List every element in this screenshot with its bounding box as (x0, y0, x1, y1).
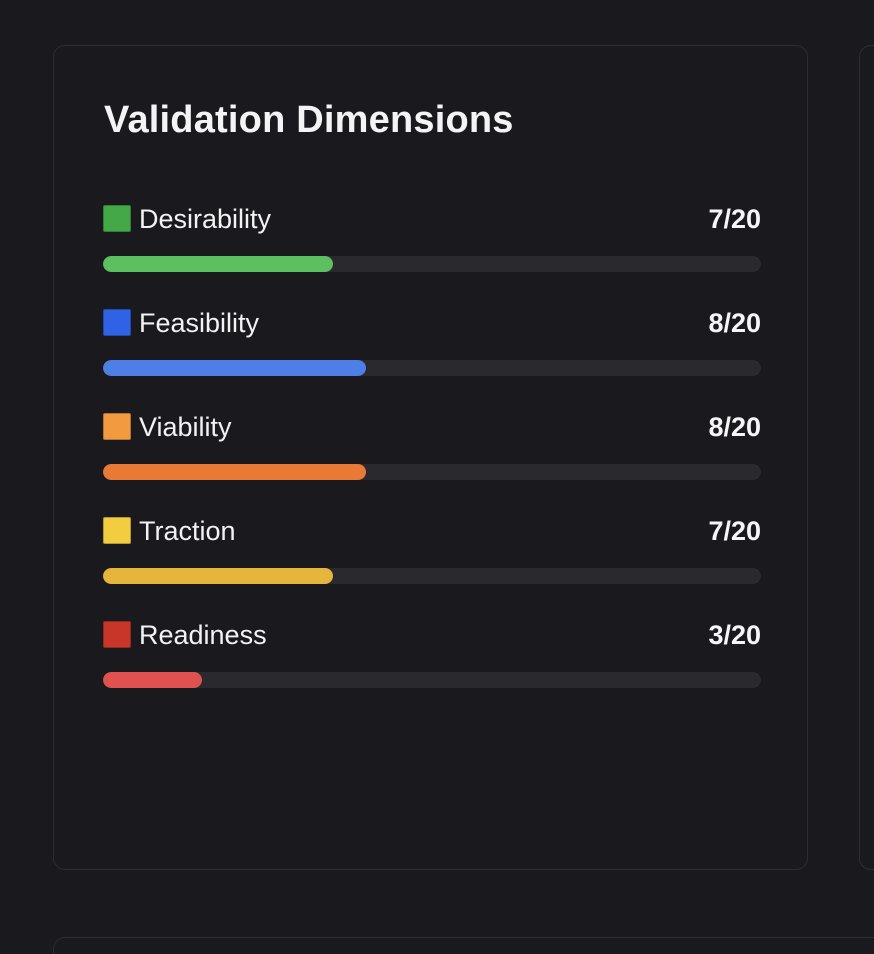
red-square-icon (103, 621, 131, 648)
progress-fill (103, 568, 334, 584)
progress-track (103, 672, 761, 688)
dimension-traction: Traction 7/20 (103, 515, 761, 619)
dimension-viability: Viability 8/20 (103, 411, 761, 515)
dimension-label: Feasibility (139, 308, 260, 338)
progress-track (103, 568, 761, 584)
progress-fill (103, 464, 367, 480)
dimension-score: 7/20 (708, 516, 761, 546)
dimension-desirability: Desirability 7/20 (103, 203, 761, 307)
dimension-label: Traction (139, 516, 236, 546)
dimension-score: 8/20 (708, 412, 761, 442)
adjacent-card-edge (859, 45, 874, 870)
dimension-header: Feasibility 8/20 (103, 307, 761, 341)
dimension-label: Readiness (139, 620, 267, 650)
dimension-header: Viability 8/20 (103, 411, 761, 445)
dimension-label: Viability (139, 412, 232, 442)
dimension-label: Desirability (139, 204, 272, 234)
page: Validation Dimensions Desirability 7/20 … (0, 0, 874, 954)
progress-fill (103, 672, 202, 688)
dimension-score: 8/20 (708, 308, 761, 338)
next-card-edge (53, 937, 874, 954)
card-title: Validation Dimensions (104, 99, 514, 141)
dimension-score: 3/20 (708, 620, 761, 650)
green-square-icon (103, 205, 131, 232)
dimension-readiness: Readiness 3/20 (103, 619, 761, 723)
dimension-header: Readiness 3/20 (103, 619, 761, 653)
dimension-feasibility: Feasibility 8/20 (103, 307, 761, 411)
progress-track (103, 360, 761, 376)
orange-square-icon (103, 413, 131, 440)
dimensions-list: Desirability 7/20 Feasibility 8/20 Viabi… (103, 203, 761, 723)
dimension-score: 7/20 (708, 204, 761, 234)
validation-dimensions-card: Validation Dimensions Desirability 7/20 … (53, 45, 808, 870)
dimension-header: Traction 7/20 (103, 515, 761, 549)
progress-track (103, 256, 761, 272)
progress-fill (103, 256, 334, 272)
progress-fill (103, 360, 367, 376)
progress-track (103, 464, 761, 480)
dimension-header: Desirability 7/20 (103, 203, 761, 237)
yellow-square-icon (103, 517, 131, 544)
blue-square-icon (103, 309, 131, 336)
